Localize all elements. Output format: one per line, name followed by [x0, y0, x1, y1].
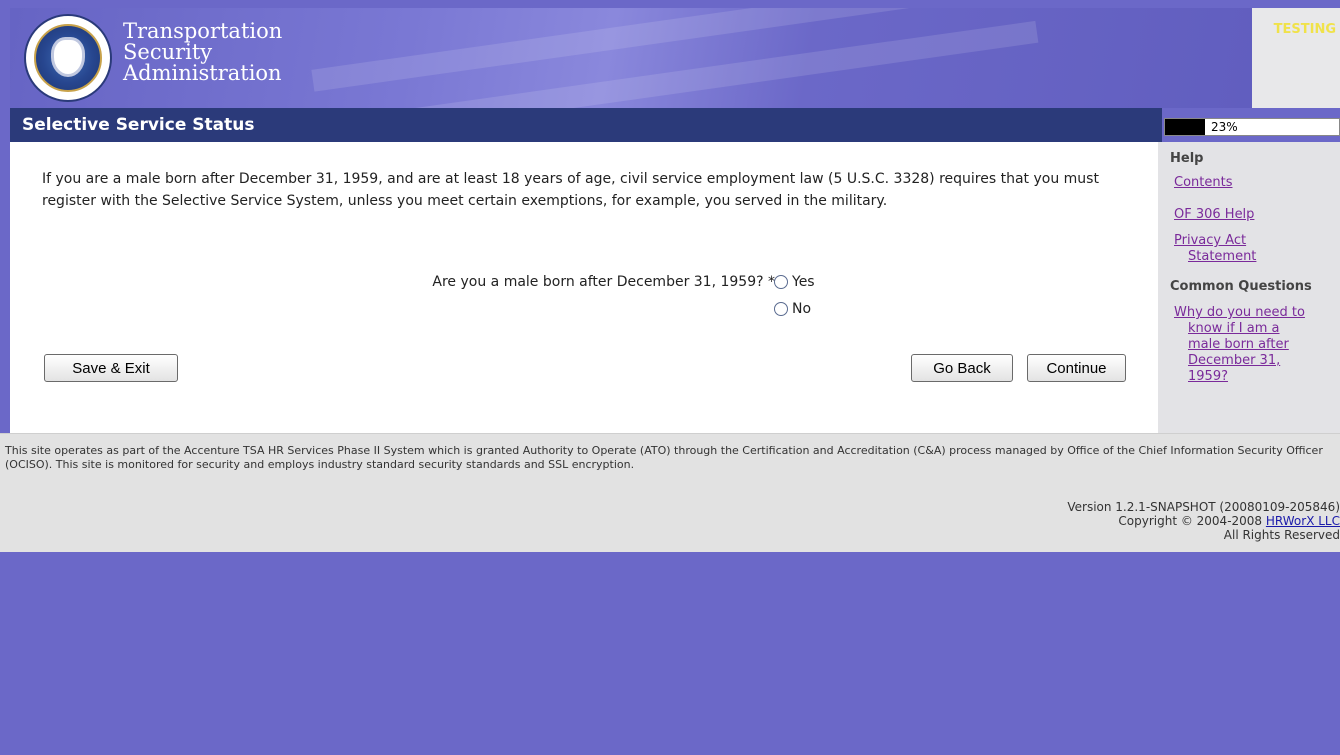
copyright-line: Copyright © 2004-2008 HRWorX LLC	[1067, 514, 1340, 528]
question-label: Are you a male born after December 31, 1…	[432, 274, 775, 290]
help-link-privacy-act[interactable]: Privacy Act Statement	[1174, 233, 1256, 265]
help-panel: Help Contents OF 306 Help Privacy Act St…	[1158, 142, 1340, 433]
continue-button[interactable]: Continue	[1027, 354, 1126, 382]
radio-option-no[interactable]: No	[774, 301, 811, 317]
flag-stripe	[311, 8, 909, 92]
page-title: Selective Service Status	[22, 115, 255, 135]
footer-version-block: Version 1.2.1-SNAPSHOT (20080109-205846)…	[1067, 500, 1340, 542]
agency-name: Transportation Security Administration	[123, 21, 282, 84]
help-question-line: December 31,	[1188, 353, 1281, 368]
help-question-line: know if I am a	[1188, 321, 1280, 336]
page-border	[0, 0, 10, 755]
site-footer: This site operates as part of the Accent…	[0, 433, 1340, 552]
radio-no-icon[interactable]	[774, 302, 788, 316]
save-exit-button[interactable]: Save & Exit	[44, 354, 178, 382]
help-link-privacy-line: Privacy Act	[1174, 233, 1247, 248]
help-link-male-question[interactable]: Why do you need to know if I am a male b…	[1174, 305, 1305, 385]
progress-fill	[1165, 119, 1206, 135]
common-questions-heading: Common Questions	[1170, 279, 1312, 294]
main-content: If you are a male born after December 31…	[10, 142, 1158, 433]
copyright-text: Copyright © 2004-2008	[1118, 514, 1266, 528]
hrworx-link[interactable]: HRWorX LLC	[1266, 514, 1340, 528]
environment-box: TESTING	[1252, 8, 1340, 108]
help-link-privacy-line: Statement	[1188, 249, 1257, 264]
intro-text: If you are a male born after December 31…	[42, 171, 1099, 209]
radio-no-label: No	[792, 301, 812, 317]
footer-security-note: This site operates as part of the Accent…	[5, 444, 1323, 471]
radio-yes-icon[interactable]	[774, 275, 788, 289]
help-question-line: male born after	[1188, 337, 1289, 352]
help-link-contents[interactable]: Contents	[1174, 175, 1232, 191]
rights-text: All Rights Reserved	[1223, 528, 1340, 542]
progress-bar: 23%	[1164, 118, 1340, 136]
go-back-button[interactable]: Go Back	[911, 354, 1013, 382]
eagle-icon	[54, 40, 82, 74]
dhs-seal-logo	[24, 14, 112, 102]
agency-name-line: Administration	[123, 61, 282, 85]
help-question-line: Why do you need to	[1174, 305, 1305, 320]
site-header: Transportation Security Administration T…	[10, 8, 1340, 108]
help-heading: Help	[1170, 151, 1204, 166]
agency-name-line: Transportation	[123, 19, 283, 43]
radio-option-yes[interactable]: Yes	[774, 274, 815, 290]
help-question-line: 1959?	[1188, 369, 1228, 384]
agency-name-line: Security	[123, 40, 213, 64]
radio-yes-label: Yes	[792, 274, 815, 290]
progress-label: 23%	[1211, 120, 1238, 134]
testing-label: TESTING	[1273, 22, 1336, 37]
page-title-bar: Selective Service Status	[10, 108, 1162, 142]
help-link-of306[interactable]: OF 306 Help	[1174, 207, 1254, 223]
version-text: Version 1.2.1-SNAPSHOT (20080109-205846)	[1067, 500, 1340, 514]
